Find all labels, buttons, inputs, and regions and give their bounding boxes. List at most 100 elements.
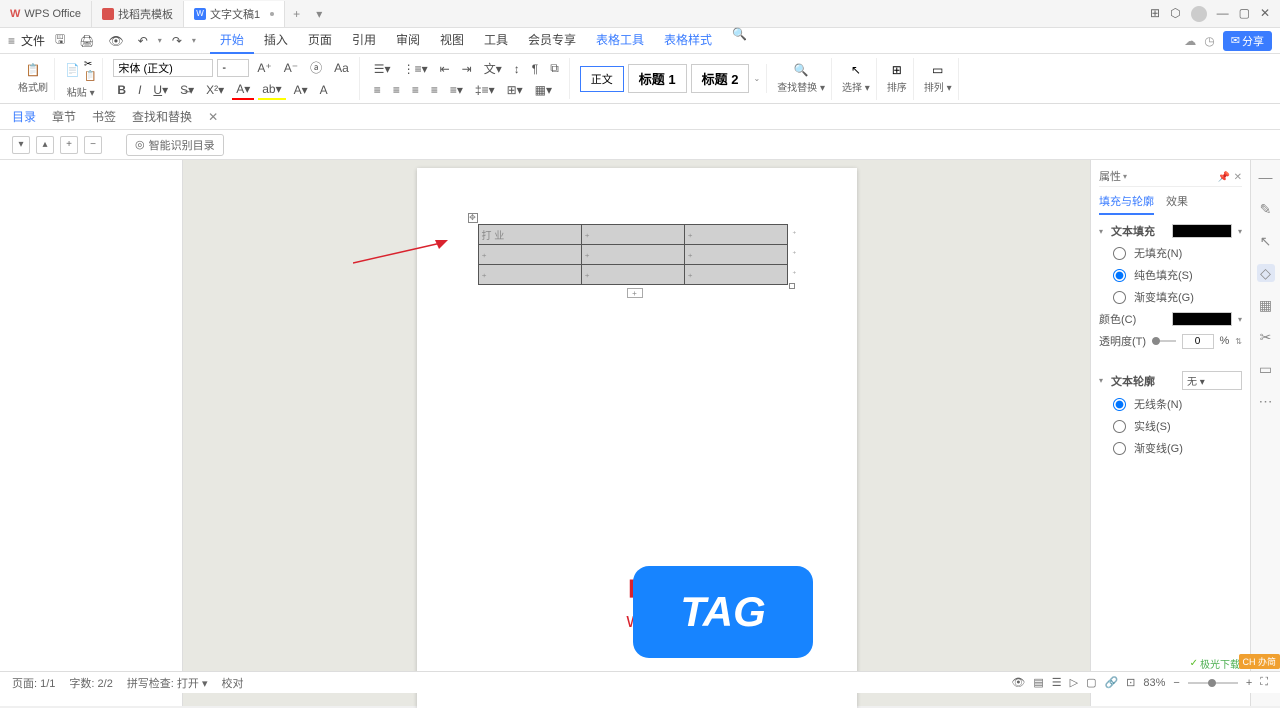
- strikethrough-icon[interactable]: S̶▾: [176, 81, 198, 99]
- search-icon[interactable]: 🔍: [732, 27, 747, 54]
- tab-review[interactable]: 审阅: [386, 27, 430, 54]
- border-icon[interactable]: ⊞▾: [503, 81, 527, 99]
- notification-icon[interactable]: ◷: [1204, 34, 1214, 48]
- zoom-in-icon[interactable]: +: [1246, 677, 1252, 689]
- fullscreen-icon[interactable]: ⛶: [1260, 676, 1268, 689]
- table-cell[interactable]: ₊₊: [684, 245, 787, 265]
- no-fill-radio[interactable]: [1113, 247, 1126, 260]
- document-table[interactable]: 打 业 ₊ ₊₊ ₊ ₊ ₊₊ ₊ ₊ ₊₊: [478, 224, 788, 285]
- tab-effect[interactable]: 效果: [1166, 193, 1188, 215]
- rail-collapse-icon[interactable]: —: [1257, 168, 1275, 186]
- table-cell[interactable]: ₊₊: [684, 265, 787, 285]
- superscript-icon[interactable]: X²▾: [202, 81, 228, 99]
- tab-reference[interactable]: 引用: [342, 27, 386, 54]
- fill-color-swatch[interactable]: [1172, 224, 1232, 238]
- increase-indent-icon[interactable]: ⇥: [458, 60, 476, 78]
- properties-title[interactable]: 属性 ▾: [1099, 168, 1127, 184]
- font-color-icon[interactable]: A▾: [232, 80, 254, 100]
- increase-font-icon[interactable]: A⁺: [253, 59, 275, 77]
- view-link-icon[interactable]: 🔗: [1104, 676, 1118, 689]
- cloud-sync-icon[interactable]: ☁: [1184, 34, 1196, 48]
- table-cell[interactable]: ₊: [581, 265, 684, 285]
- arrange-icon[interactable]: ▭: [932, 63, 943, 77]
- clear-format-icon[interactable]: ⓐ: [306, 57, 326, 78]
- print-icon[interactable]: 🖨: [75, 32, 98, 50]
- para-settings-icon[interactable]: ⧉: [546, 59, 563, 78]
- preview-icon[interactable]: 👁: [105, 32, 128, 50]
- wps-home-tab[interactable]: W WPS Office: [0, 1, 92, 27]
- find-replace-icon[interactable]: 🔍: [794, 63, 809, 77]
- document-tab[interactable]: W 文字文稿1: [184, 1, 285, 27]
- save-icon[interactable]: 🖫: [51, 28, 69, 53]
- para-shading-icon[interactable]: ▦▾: [531, 81, 556, 99]
- change-case-icon[interactable]: Aa: [330, 59, 353, 77]
- table-cell[interactable]: ₊₊: [684, 225, 787, 245]
- transparency-slider[interactable]: [1152, 340, 1175, 342]
- maximize-icon[interactable]: ▢: [1239, 6, 1250, 22]
- tab-fill-outline[interactable]: 填充与轮廓: [1099, 193, 1154, 215]
- status-spellcheck[interactable]: 拼写检查: 打开 ▾: [127, 675, 208, 691]
- status-words[interactable]: 字数: 2/2: [69, 675, 112, 691]
- smart-toc-button[interactable]: ◎ 智能识别目录: [126, 134, 224, 156]
- table-cell[interactable]: ₊: [478, 245, 581, 265]
- file-menu[interactable]: 文件: [21, 32, 45, 49]
- nav-close-icon[interactable]: ✕: [208, 110, 218, 124]
- stepper-icon[interactable]: ⇅: [1235, 337, 1242, 346]
- gradient-fill-radio[interactable]: [1113, 291, 1126, 304]
- align-center-icon[interactable]: ≡: [389, 81, 404, 99]
- bold-icon[interactable]: B: [113, 81, 130, 99]
- tab-tools[interactable]: 工具: [474, 27, 518, 54]
- outline-select[interactable]: 无 ▾: [1182, 371, 1242, 390]
- rail-shape-icon[interactable]: ◇: [1257, 264, 1275, 282]
- tab-start[interactable]: 开始: [210, 27, 254, 54]
- status-proof[interactable]: 校对: [222, 675, 244, 691]
- window-list-icon[interactable]: ⊞: [1150, 6, 1160, 22]
- view-web-icon[interactable]: ▷: [1070, 676, 1078, 689]
- outline-remove-icon[interactable]: −: [84, 136, 102, 154]
- font-name-select[interactable]: [113, 59, 213, 77]
- tab-insert[interactable]: 插入: [254, 27, 298, 54]
- tab-vip[interactable]: 会员专享: [518, 27, 586, 54]
- template-tab[interactable]: 找稻壳模板: [92, 1, 184, 27]
- view-outline-icon[interactable]: ☰: [1052, 676, 1062, 689]
- collapse-icon[interactable]: ▾: [1099, 376, 1103, 385]
- transparency-input[interactable]: [1182, 334, 1214, 349]
- font-size-select[interactable]: [217, 59, 249, 77]
- outline-up-icon[interactable]: ▴: [36, 136, 54, 154]
- no-line-radio[interactable]: [1113, 398, 1126, 411]
- nav-chapter[interactable]: 章节: [52, 108, 76, 125]
- paste-icon[interactable]: 📄: [65, 63, 80, 77]
- shading-icon[interactable]: A▾: [290, 81, 312, 99]
- style-heading2[interactable]: 标题 2: [691, 64, 750, 93]
- align-right-icon[interactable]: ≡: [408, 81, 423, 99]
- tab-page[interactable]: 页面: [298, 27, 342, 54]
- minimize-icon[interactable]: —: [1217, 6, 1229, 22]
- outline-down-icon[interactable]: ▾: [12, 136, 30, 154]
- redo-icon[interactable]: ↷: [168, 32, 186, 50]
- char-border-icon[interactable]: A: [316, 81, 332, 99]
- italic-icon[interactable]: I: [134, 81, 145, 99]
- rail-layout-icon[interactable]: ▭: [1257, 360, 1275, 378]
- collapse-icon[interactable]: ▾: [1099, 227, 1103, 236]
- zoom-fit-icon[interactable]: ⊡: [1126, 676, 1135, 689]
- numbering-icon[interactable]: ⋮≡▾: [399, 60, 432, 78]
- style-heading1[interactable]: 标题 1: [628, 64, 687, 93]
- zoom-value[interactable]: 83%: [1143, 677, 1165, 689]
- decrease-font-icon[interactable]: A⁻: [280, 59, 302, 77]
- status-page[interactable]: 页面: 1/1: [12, 675, 55, 691]
- table-cell[interactable]: ₊: [581, 245, 684, 265]
- sort-tool-icon[interactable]: ⊞: [892, 63, 902, 77]
- tab-menu-button[interactable]: ▾: [308, 7, 330, 21]
- nav-toc[interactable]: 目录: [12, 108, 36, 125]
- outline-add-icon[interactable]: +: [60, 136, 78, 154]
- document-canvas[interactable]: ✥ 打 业 ₊ ₊₊ ₊ ₊ ₊₊ ₊ ₊ ₊₊ +: [183, 160, 1090, 706]
- distribute-icon[interactable]: ≡▾: [446, 81, 467, 99]
- table-resize-handle[interactable]: [789, 283, 795, 289]
- cube-icon[interactable]: ⬡: [1170, 6, 1180, 22]
- nav-bookmark[interactable]: 书签: [92, 108, 116, 125]
- solid-line-radio[interactable]: [1113, 420, 1126, 433]
- user-avatar[interactable]: [1191, 6, 1207, 22]
- tab-table-style[interactable]: 表格样式: [654, 27, 722, 54]
- rail-layers-icon[interactable]: ▦: [1257, 296, 1275, 314]
- copy-icon[interactable]: 📋: [84, 71, 96, 82]
